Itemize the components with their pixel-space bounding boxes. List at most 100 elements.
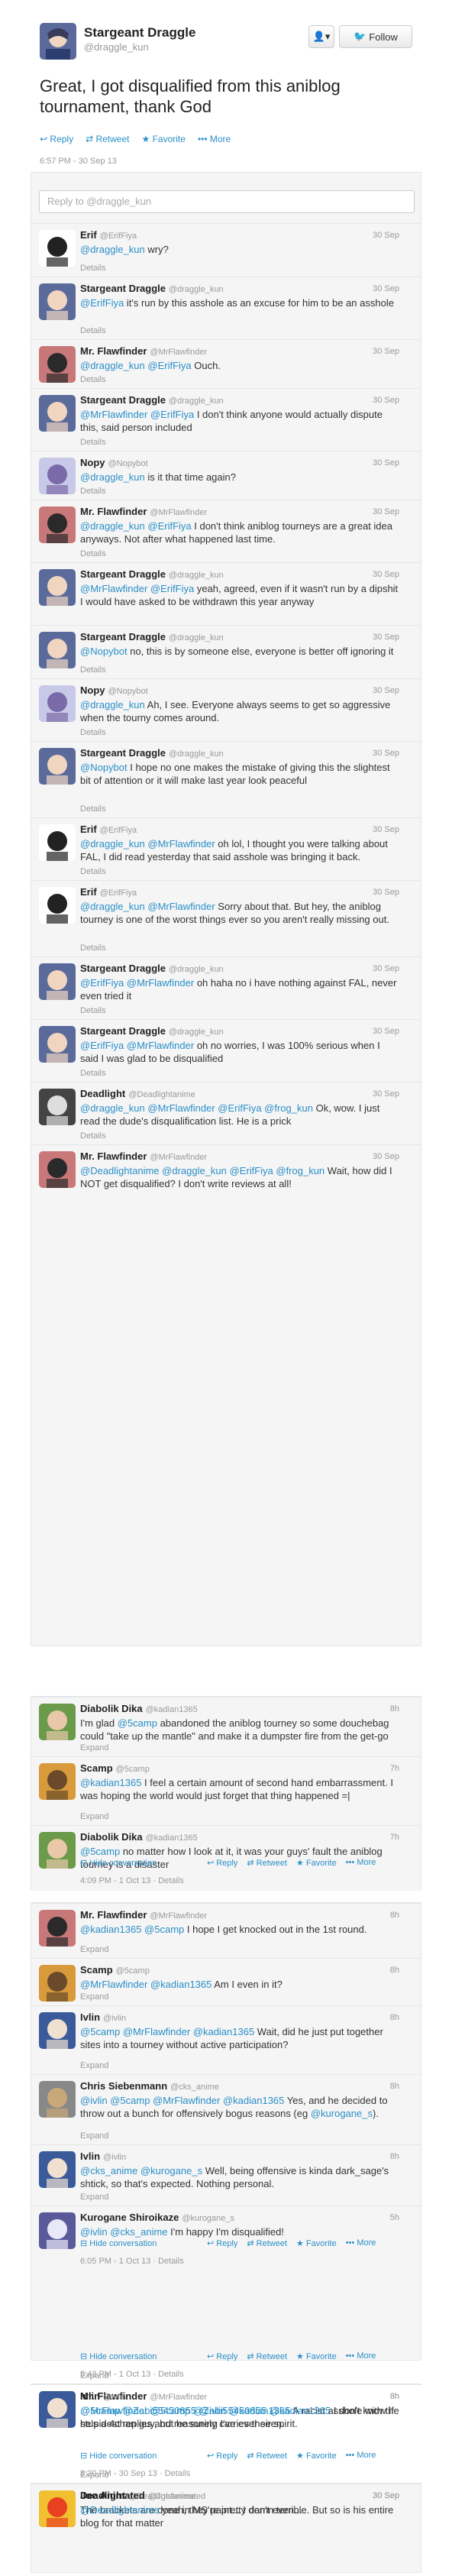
tweet-date[interactable]: 30 Sep bbox=[373, 686, 399, 695]
author-name[interactable]: Erif @ErifFiya bbox=[80, 886, 137, 898]
avatar-mr-flawfinder[interactable] bbox=[39, 506, 76, 543]
tweet-date[interactable]: 30 Sep bbox=[373, 231, 399, 240]
tweet-date[interactable]: 5h bbox=[390, 2213, 399, 2222]
reply-tweet[interactable]: Stargeant Draggle @draggle_kun 30 Sep @Nopy… bbox=[31, 625, 421, 678]
details-link[interactable]: Details bbox=[80, 1131, 106, 1141]
favorite-button[interactable]: ★ Favorite bbox=[296, 1858, 337, 1868]
retweet-button[interactable]: ⇄ Retweet bbox=[247, 2351, 287, 2361]
reply-tweet[interactable]: Stargeant Draggle @draggle_kun 30 Sep @Erif… bbox=[31, 277, 421, 339]
avatar-kurogane-shiroikaze[interactable] bbox=[39, 2212, 76, 2249]
expand-link[interactable]: Expand bbox=[80, 1945, 108, 1954]
tweet-date[interactable]: 30 Sep bbox=[373, 347, 399, 356]
tweet-date[interactable]: 30 Sep bbox=[373, 888, 399, 897]
author-name[interactable]: Stargeant Draggle @draggle_kun bbox=[80, 394, 224, 406]
avatar-stargeant-draggle[interactable] bbox=[39, 963, 76, 1000]
expand-link[interactable]: Expand bbox=[80, 2193, 108, 2202]
details-link[interactable]: Details bbox=[80, 943, 106, 953]
reply-button[interactable]: ↩ Reply bbox=[207, 2351, 237, 2361]
author-name[interactable]: Stargeant Draggle @draggle_kun bbox=[80, 1025, 224, 1037]
avatar-mr-flawfinder[interactable] bbox=[39, 1151, 76, 1188]
reply-input[interactable]: Reply to @draggle_kun bbox=[39, 190, 415, 213]
tweet-timestamp[interactable]: 4:09 PM - 1 Oct 13 · Details bbox=[80, 1876, 184, 1885]
reply-tweet[interactable]: Erif @ErifFiya 30 Sep @draggle_kun @MrFlawf… bbox=[31, 880, 421, 956]
favorite-button[interactable]: ★ Favorite bbox=[296, 2351, 337, 2361]
reply-tweet[interactable]: Stargeant Draggle @draggle_kun 30 Sep @Erif… bbox=[31, 956, 421, 1019]
retweet-button[interactable]: ⇄ Retweet bbox=[86, 134, 129, 144]
tweet-date[interactable]: 8h bbox=[390, 1911, 399, 1920]
author-name[interactable]: Stargeant Draggle @draggle_kun bbox=[80, 568, 224, 580]
avatar-scamp[interactable] bbox=[39, 1763, 76, 1800]
avatar-ivlin[interactable] bbox=[39, 2151, 76, 2188]
reply-tweet[interactable]: Scamp @5camp 7h @kadian1365 I feel a certai… bbox=[31, 1756, 421, 1825]
reply-tweet[interactable]: Mr. Flawfinder @MrFlawfinder 30 Sep @draggl… bbox=[31, 500, 421, 562]
hide-conversation-link[interactable]: ⊟ Hide conversation bbox=[80, 1858, 157, 1868]
expand-link[interactable]: Expand bbox=[80, 1743, 108, 1752]
retweet-button[interactable]: ⇄ Retweet bbox=[247, 1858, 287, 1868]
details-link[interactable]: Details bbox=[80, 326, 106, 335]
details-link[interactable]: Details bbox=[80, 438, 106, 447]
more-button[interactable]: ••• More bbox=[346, 2351, 376, 2361]
reply-tweet[interactable]: Chris Siebenmann @cks_anime 8h @ivlin @5cam… bbox=[31, 2074, 421, 2144]
reply-tweet[interactable]: Nopy @Nopybot 30 Sep @draggle_kun Ah, I see… bbox=[31, 678, 421, 741]
reply-tweet[interactable]: Mr. Flawfinder @MrFlawfinder 30 Sep @Deadli… bbox=[31, 1144, 421, 1207]
tweet-date[interactable]: 30 Sep bbox=[373, 633, 399, 642]
author-name[interactable]: Erif @ErifFiya bbox=[80, 824, 137, 835]
author-name[interactable]: Mr. Flawfinder @MrFlawfinder bbox=[80, 1150, 207, 1162]
tweet-date[interactable]: 30 Sep bbox=[373, 1027, 399, 1036]
avatar-stargeant-draggle[interactable] bbox=[39, 283, 76, 320]
avatar-mr-flawfinder[interactable] bbox=[39, 346, 76, 383]
avatar-chris-siebenmann[interactable] bbox=[39, 2081, 76, 2118]
details-link[interactable]: Details bbox=[80, 867, 106, 876]
avatar-scamp[interactable] bbox=[39, 1965, 76, 2002]
follow-button[interactable]: 🐦 Follow bbox=[339, 25, 412, 48]
reply-tweet[interactable]: Stargeant Draggle @draggle_kun 30 Sep @Nopy… bbox=[31, 741, 421, 817]
reply-tweet[interactable]: Deadlight @Deadlightanime 30 Sep @draggle_k… bbox=[31, 1082, 421, 1144]
expand-link[interactable]: Expand bbox=[80, 2061, 108, 2070]
author-name[interactable]: Nopy @Nopybot bbox=[80, 684, 148, 696]
tweet-date[interactable]: 7h bbox=[390, 1833, 399, 1842]
favorite-button[interactable]: ★ Favorite bbox=[296, 2238, 337, 2248]
reply-tweet[interactable]: Ivlin @ivlin 8h @MrFlawfinder @5camp @Zabi5… bbox=[31, 2351, 421, 2429]
main-author-handle[interactable]: @draggle_kun bbox=[84, 41, 149, 53]
tweet-date[interactable]: 7h bbox=[390, 1764, 399, 1773]
tweet-timestamp[interactable]: 5:43 PM - 1 Oct 13 · Details bbox=[80, 2370, 184, 2379]
avatar-nopy[interactable] bbox=[39, 458, 76, 494]
author-name[interactable]: Nopy @Nopybot bbox=[80, 457, 148, 468]
tweet-date[interactable]: 30 Sep bbox=[373, 284, 399, 293]
details-link[interactable]: Details bbox=[80, 1069, 106, 1078]
reply-tweet[interactable]: Stargeant Draggle @draggle_kun 30 Sep @MrFl… bbox=[31, 388, 421, 451]
avatar-stargeant-draggle[interactable] bbox=[39, 748, 76, 785]
more-button[interactable]: ••• More bbox=[346, 2238, 376, 2248]
more-button[interactable]: ••• More bbox=[198, 134, 231, 144]
hide-conversation-link[interactable]: ⊟ Hide conversation bbox=[80, 2351, 157, 2361]
tweet-date[interactable]: 30 Sep bbox=[373, 396, 399, 405]
details-link[interactable]: Details bbox=[80, 804, 106, 814]
reply-tweet[interactable]: Mr. Flawfinder @MrFlawfinder 8h @kadian1365… bbox=[31, 1903, 421, 1958]
retweet-button[interactable]: ⇄ Retweet bbox=[247, 2238, 287, 2248]
tweet-date[interactable]: 8h bbox=[390, 2392, 399, 2401]
tweet-timestamp[interactable]: 6:05 PM - 1 Oct 13 · Details bbox=[80, 2257, 184, 2266]
reply-button[interactable]: ↩ Reply bbox=[207, 2238, 237, 2248]
details-link[interactable]: Details bbox=[80, 665, 106, 675]
author-name[interactable]: Stargeant Draggle @draggle_kun bbox=[80, 283, 224, 294]
retweet-button[interactable]: ⇄ Retweet bbox=[247, 2451, 287, 2461]
tweet-date[interactable]: 8h bbox=[390, 2082, 399, 2091]
reply-button[interactable]: ↩ Reply bbox=[40, 134, 73, 144]
reply-tweet[interactable]: Ivlin @ivlin 8h @5camp @MrFlawfinder @kadia… bbox=[31, 2005, 421, 2074]
reply-tweet[interactable]: Kurogane Shiroikaze @kurogane_s 5h @ivlin @… bbox=[31, 2205, 421, 2271]
avatar-diabolik-dika[interactable] bbox=[39, 1704, 76, 1740]
user-dropdown-button[interactable]: 👤▾ bbox=[308, 25, 334, 48]
tweet-date[interactable]: 30 Sep bbox=[373, 570, 399, 579]
avatar-erif[interactable] bbox=[39, 230, 76, 267]
author-name[interactable]: Ivlin @ivlin bbox=[80, 2390, 126, 2402]
reply-tweet[interactable]: Diabolik Dika @kadian1365 7h @5camp no matt… bbox=[31, 1825, 421, 1891]
tweet-date[interactable]: 30 Sep bbox=[373, 964, 399, 973]
reply-tweet[interactable]: Mr. Flawfinder @MrFlawfinder 30 Sep @draggl… bbox=[31, 339, 421, 388]
avatar-ivlin[interactable] bbox=[39, 2012, 76, 2049]
author-name[interactable]: Scamp @5camp bbox=[80, 1762, 150, 1774]
avatar-erif[interactable] bbox=[39, 887, 76, 924]
avatar-stargeant-draggle[interactable] bbox=[39, 1026, 76, 1063]
author-name[interactable]: Stargeant Draggle @draggle_kun bbox=[80, 631, 224, 642]
avatar-deadlight[interactable] bbox=[39, 1089, 76, 1125]
author-name[interactable]: Erif @ErifFiya bbox=[80, 229, 137, 241]
